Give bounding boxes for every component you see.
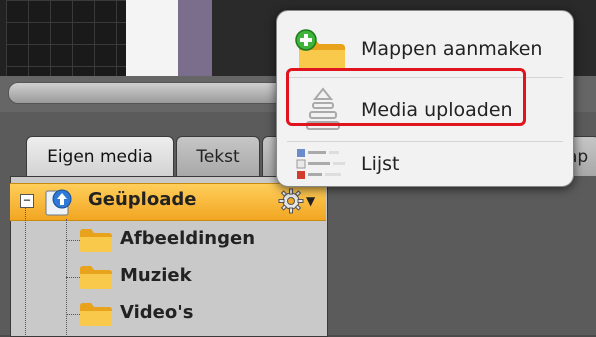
- tree-guide-line: [25, 207, 26, 335]
- folder-icon: [80, 266, 112, 289]
- preview-frame-white: [126, 0, 178, 76]
- menu-divider: [287, 141, 563, 142]
- collapse-toggle[interactable]: −: [20, 194, 34, 208]
- add-folder-icon: [295, 29, 345, 70]
- tree-root-label: Geüploade: [88, 189, 197, 210]
- folder-label[interactable]: Video's: [120, 302, 193, 323]
- menu-item-label: Lijst: [361, 153, 400, 175]
- timeline-scrubber[interactable]: [8, 82, 310, 104]
- tab-label: Tekst: [196, 147, 240, 167]
- preview-frame-purple: [178, 0, 212, 76]
- menu-item-label: Mappen aanmaken: [361, 38, 543, 60]
- upload-globe-icon: [45, 189, 72, 216]
- folder-icon: [80, 303, 112, 326]
- tab-eigen-media[interactable]: Eigen media: [26, 136, 174, 177]
- folder-icon: [80, 229, 112, 252]
- gear-icon[interactable]: [278, 188, 304, 214]
- list-icon: [296, 149, 345, 179]
- tab-label: Eigen media: [47, 147, 153, 167]
- chevron-down-icon[interactable]: ▼: [306, 194, 315, 208]
- folder-label[interactable]: Afbeeldingen: [120, 228, 255, 249]
- highlight-box: [286, 68, 526, 126]
- menu-item-lijst[interactable]: Lijst: [277, 143, 573, 185]
- folder-label[interactable]: Muziek: [120, 265, 192, 286]
- tab-tekst[interactable]: Tekst: [176, 136, 260, 177]
